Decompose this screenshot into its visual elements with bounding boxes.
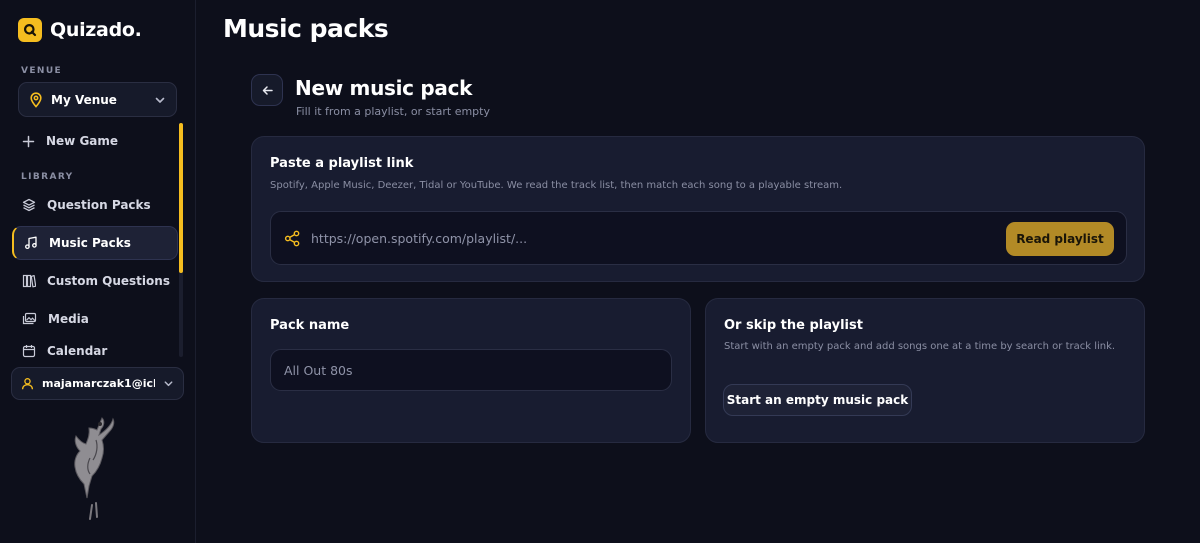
- skip-card-description: Start with an empty pack and add songs o…: [724, 341, 1116, 352]
- account-email: majamarczak1@iclou...: [42, 377, 155, 390]
- playlist-link-card: Paste a playlist link Spotify, Apple Mus…: [251, 136, 1145, 282]
- map-pin-icon: [30, 91, 42, 108]
- back-button[interactable]: [251, 74, 283, 106]
- sidebar-item-label: Question Packs: [47, 198, 151, 212]
- layers-icon: [22, 198, 36, 212]
- arrow-left-icon: [262, 85, 273, 95]
- skip-card-title: Or skip the playlist: [724, 318, 863, 333]
- sidebar: Quizado. VENUE My Venue New Game LIBRARY…: [0, 0, 196, 543]
- form-subtitle: Fill it from a playlist, or start empty: [296, 105, 490, 118]
- library-section-label: LIBRARY: [21, 172, 74, 182]
- brand[interactable]: Quizado.: [18, 18, 142, 42]
- pack-name-card: Pack name: [251, 298, 691, 443]
- share-icon: [284, 230, 300, 247]
- sidebar-item-label: Calendar: [47, 344, 108, 358]
- quizado-logo-icon: [18, 18, 42, 42]
- new-game-button[interactable]: New Game: [12, 124, 178, 158]
- sidebar-item-custom-questions[interactable]: Custom Questions: [12, 264, 178, 298]
- books-icon: [22, 274, 36, 288]
- playlist-link-input[interactable]: [311, 212, 991, 264]
- read-playlist-button[interactable]: Read playlist: [1006, 222, 1114, 256]
- start-empty-pack-button[interactable]: Start an empty music pack: [723, 384, 912, 416]
- sidebar-scrollbar-thumb[interactable]: [179, 123, 183, 273]
- sidebar-item-calendar[interactable]: Calendar: [12, 340, 178, 358]
- sidebar-item-music-packs[interactable]: Music Packs: [12, 226, 178, 260]
- venue-select-value: My Venue: [51, 92, 117, 107]
- playlist-card-description: Spotify, Apple Music, Deezer, Tidal or Y…: [270, 180, 843, 191]
- page-title: Music packs: [223, 14, 389, 43]
- form-title: New music pack: [295, 76, 473, 100]
- account-menu[interactable]: majamarczak1@iclou...: [11, 367, 184, 400]
- user-icon: [21, 378, 34, 390]
- pack-name-input[interactable]: [270, 349, 672, 391]
- plus-icon: [22, 135, 35, 147]
- images-icon: [22, 312, 37, 325]
- music-note-icon: [25, 236, 37, 250]
- new-game-label: New Game: [46, 134, 119, 148]
- chevron-down-icon: [155, 97, 165, 103]
- sidebar-item-question-packs[interactable]: Question Packs: [12, 188, 178, 222]
- sidebar-item-media[interactable]: Media: [12, 302, 178, 336]
- venue-section-label: VENUE: [21, 66, 63, 76]
- pack-name-title: Pack name: [270, 318, 350, 333]
- venue-select[interactable]: My Venue: [18, 82, 177, 117]
- playlist-link-field: Read playlist: [270, 211, 1127, 265]
- playlist-card-title: Paste a playlist link: [270, 156, 414, 171]
- sidebar-item-label: Music Packs: [49, 236, 131, 250]
- sidebar-item-label: Custom Questions: [47, 274, 170, 288]
- chevron-down-icon: [164, 381, 173, 387]
- brand-name: Quizado.: [50, 19, 142, 41]
- dancer-mascot-illustration: [74, 417, 115, 520]
- sidebar-item-label: Media: [48, 312, 89, 326]
- calendar-icon: [22, 345, 36, 358]
- skip-playlist-card: Or skip the playlist Start with an empty…: [705, 298, 1145, 443]
